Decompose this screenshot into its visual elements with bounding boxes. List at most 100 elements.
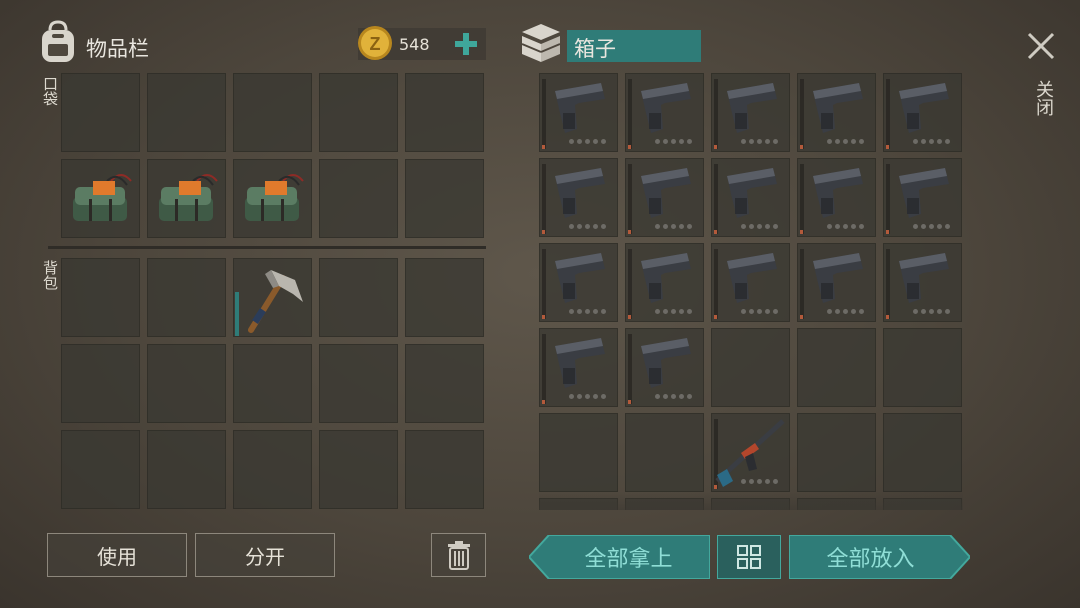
container-slot[interactable] — [711, 158, 790, 237]
container-slot[interactable] — [625, 328, 704, 407]
condition-tick — [800, 315, 803, 319]
pocket-slot[interactable] — [233, 73, 312, 152]
pocket-slot[interactable] — [233, 159, 312, 238]
grid-sort-icon — [737, 545, 761, 569]
section-divider — [48, 246, 486, 249]
pocket-slot[interactable] — [319, 73, 398, 152]
container-slot[interactable] — [797, 73, 876, 152]
durability-bar — [235, 292, 239, 336]
ammo-indicator — [913, 139, 950, 144]
hatchet-icon — [248, 270, 303, 333]
container-slot[interactable] — [797, 158, 876, 237]
pocket-slot[interactable] — [405, 159, 484, 238]
ammo-indicator — [913, 309, 950, 314]
pocket-slot[interactable] — [61, 159, 140, 238]
close-icon — [1027, 32, 1055, 60]
backpack-slot[interactable] — [61, 344, 140, 423]
condition-tick — [886, 315, 889, 319]
add-coins-button[interactable] — [452, 30, 480, 58]
backpack-slot[interactable] — [319, 344, 398, 423]
backpack-slot[interactable] — [319, 430, 398, 509]
ammo-indicator — [655, 309, 692, 314]
close-label: 关闭 — [1033, 80, 1054, 116]
crate-icon — [518, 22, 564, 64]
backpack-slot[interactable] — [233, 344, 312, 423]
ammo-indicator — [741, 479, 778, 484]
container-slot[interactable] — [797, 413, 876, 492]
ammo-indicator — [655, 139, 692, 144]
container-title: 箱子 — [574, 37, 616, 61]
backpack-slot[interactable] — [61, 430, 140, 509]
pocket-slot[interactable] — [319, 159, 398, 238]
container-slot[interactable] — [883, 243, 962, 322]
c4-explosive-icon — [73, 174, 132, 221]
container-slot[interactable] — [625, 413, 704, 492]
backpack-slot[interactable] — [233, 258, 312, 337]
container-grid — [539, 73, 963, 510]
backpack-slot[interactable] — [147, 258, 226, 337]
take-all-button[interactable]: 全部拿上 — [529, 535, 710, 579]
ammo-indicator — [827, 309, 864, 314]
container-slot[interactable] — [625, 73, 704, 152]
ammo-indicator — [655, 394, 692, 399]
container-slot[interactable] — [539, 158, 618, 237]
container-slot[interactable] — [711, 243, 790, 322]
condition-tick — [542, 400, 545, 404]
container-slot[interactable] — [883, 328, 962, 407]
container-slot[interactable] — [625, 243, 704, 322]
use-button[interactable]: 使用 — [47, 533, 187, 577]
condition-tick — [714, 145, 717, 149]
ammo-indicator — [741, 224, 778, 229]
container-slot[interactable] — [539, 73, 618, 152]
backpack-slot[interactable] — [319, 258, 398, 337]
container-slot[interactable] — [883, 158, 962, 237]
container-slot[interactable] — [539, 328, 618, 407]
pocket-slot[interactable] — [61, 73, 140, 152]
backpack-slot[interactable] — [147, 430, 226, 509]
ammo-indicator — [569, 309, 606, 314]
split-button[interactable]: 分开 — [195, 533, 335, 577]
condition-tick — [628, 400, 631, 404]
coin-amount: 548 — [399, 35, 430, 54]
sort-button[interactable] — [717, 535, 781, 579]
backpack-slot[interactable] — [405, 430, 484, 509]
condition-tick — [714, 485, 717, 489]
pocket-slot[interactable] — [147, 159, 226, 238]
container-slot[interactable] — [539, 413, 618, 492]
pocket-slot[interactable] — [405, 73, 484, 152]
backpack-grid — [61, 258, 486, 511]
condition-tick — [886, 145, 889, 149]
ammo-indicator — [741, 139, 778, 144]
backpack-icon — [38, 20, 78, 64]
condition-tick — [800, 145, 803, 149]
container-slot[interactable] — [625, 158, 704, 237]
backpack-slot[interactable] — [233, 430, 312, 509]
backpack-slot[interactable] — [147, 344, 226, 423]
condition-tick — [886, 230, 889, 234]
pocket-slot[interactable] — [147, 73, 226, 152]
container-slot[interactable] — [883, 413, 962, 492]
condition-tick — [628, 315, 631, 319]
put-all-button[interactable]: 全部放入 — [789, 535, 970, 579]
backpack-slot[interactable] — [405, 344, 484, 423]
trash-button[interactable] — [431, 533, 486, 577]
inventory-title: 物品栏 — [86, 37, 149, 61]
container-slot[interactable] — [711, 73, 790, 152]
ammo-indicator — [827, 139, 864, 144]
plus-icon — [455, 33, 477, 55]
container-slot[interactable] — [711, 413, 790, 492]
svg-text:Z: Z — [370, 34, 381, 54]
container-slot[interactable] — [711, 328, 790, 407]
condition-tick — [800, 230, 803, 234]
condition-tick — [714, 315, 717, 319]
coin-icon: Z — [356, 24, 394, 62]
container-slot[interactable] — [797, 243, 876, 322]
backpack-slot[interactable] — [61, 258, 140, 337]
container-slot[interactable] — [539, 243, 618, 322]
container-slot[interactable] — [797, 328, 876, 407]
close-button[interactable] — [1025, 30, 1057, 62]
backpack-slot[interactable] — [405, 258, 484, 337]
c4-explosive-icon — [245, 174, 304, 221]
container-slot[interactable] — [883, 73, 962, 152]
condition-tick — [542, 145, 545, 149]
